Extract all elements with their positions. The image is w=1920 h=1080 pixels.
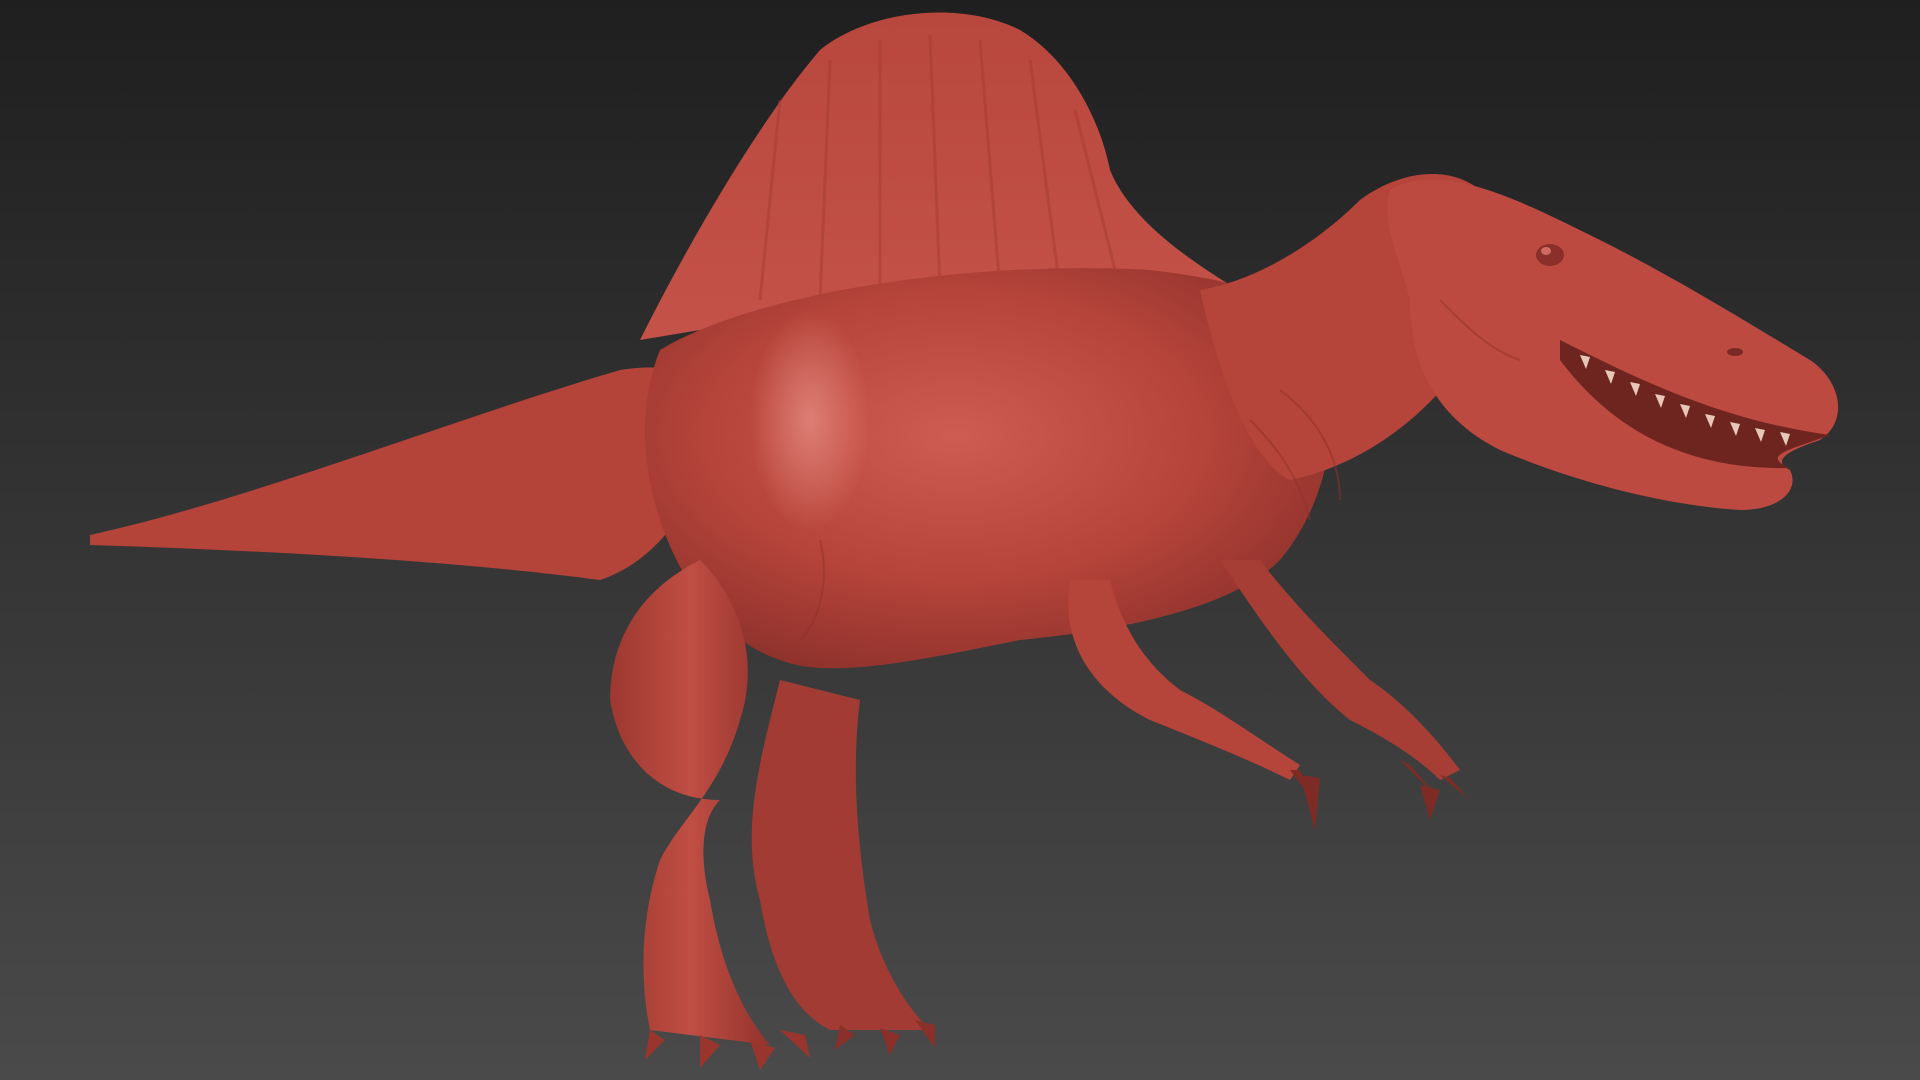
torso-highlight [750,310,870,530]
eye [1536,244,1564,266]
eye-highlight [1541,247,1551,255]
viewport-canvas [0,0,1920,1080]
sculpt-viewport[interactable] [0,0,1920,1080]
nostril [1727,348,1743,356]
